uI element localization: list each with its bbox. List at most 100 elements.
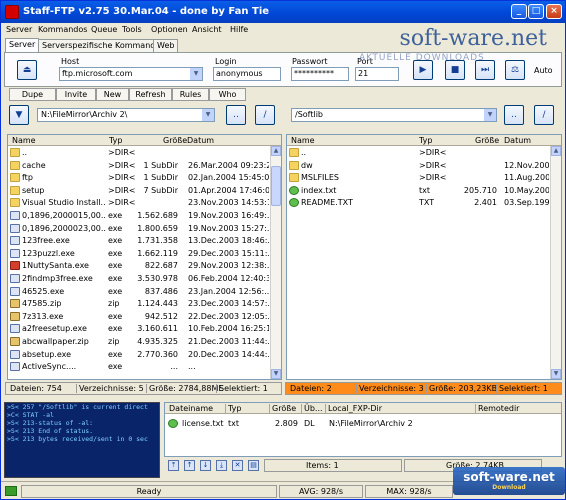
- file-typ: exe: [108, 349, 123, 359]
- local-col-name[interactable]: Name: [12, 136, 36, 145]
- local-file-list[interactable]: Name Typ Größe Datum ▲ ▼ .. >DIR< cache >DI…: [7, 134, 282, 380]
- file-row[interactable]: 0,1896,2000015,00... exe 1.562.689 19.Nov.2…: [8, 210, 281, 222]
- menu-tools[interactable]: Tools: [122, 25, 142, 34]
- file-row[interactable]: absetup.exe exe 2.770.360 20.Dec.2003 14:44…: [8, 349, 281, 361]
- local-drive-button[interactable]: ▼: [9, 105, 29, 125]
- queue-col-local[interactable]: Local_FXP-Dir: [325, 404, 382, 413]
- chevron-down-icon[interactable]: ▼: [484, 109, 496, 121]
- queue-col-remote[interactable]: Remotedir: [475, 404, 519, 413]
- queue-col-size[interactable]: Größe: [269, 404, 296, 413]
- remote-col-date[interactable]: Datum: [504, 136, 531, 145]
- folder-icon: [10, 185, 20, 195]
- file-row[interactable]: .. >DIR<: [287, 147, 561, 159]
- file-row[interactable]: README.TXT TXT 2.401 03.Sep.1999: [287, 197, 561, 209]
- server-log[interactable]: >S< 257 "/Softlib" is current direct >C<…: [4, 402, 160, 478]
- queue-up-icon[interactable]: ↑: [184, 460, 195, 471]
- command-toolbar: Dupe Invite New Refresh Rules Who: [1, 88, 565, 101]
- host-field[interactable]: ftp.microsoft.com ▼: [59, 67, 203, 81]
- queue-bottom-icon[interactable]: ⤓: [216, 460, 227, 471]
- port-field[interactable]: 21: [355, 67, 399, 81]
- remote-file-list[interactable]: Name Typ Größe Datum ▲ ▼ .. >DIR< dw >DIR< 1…: [286, 134, 562, 380]
- tab-server[interactable]: Server: [5, 38, 40, 52]
- menu-kommandos[interactable]: Kommandos: [38, 25, 87, 34]
- file-row[interactable]: dw >DIR< 12.Nov.2002: [287, 160, 561, 172]
- local-parent-dir-button[interactable]: ..: [226, 105, 246, 125]
- menu-server[interactable]: Server: [6, 25, 32, 34]
- compare-button[interactable]: ⚖: [505, 60, 525, 80]
- menu-queue[interactable]: Queue: [91, 25, 117, 34]
- queue-delete-icon[interactable]: ✕: [232, 460, 243, 471]
- remote-col-typ[interactable]: Typ: [419, 136, 432, 145]
- new-button[interactable]: New: [96, 88, 129, 101]
- dupe-button[interactable]: Dupe: [9, 88, 56, 101]
- queue-down-icon[interactable]: ↓: [200, 460, 211, 471]
- rules-button[interactable]: Rules: [172, 88, 209, 101]
- file-row[interactable]: ActiveSync.... exe......: [8, 361, 281, 373]
- queue-top-icon[interactable]: ⤒: [168, 460, 179, 471]
- file-row[interactable]: abcwallpaper.zip zip 4.935.325 21.Dec.2003 …: [8, 336, 281, 348]
- stop-button[interactable]: ■: [445, 60, 465, 80]
- file-row[interactable]: cache >DIR< 1 SubDir 26.Mar.2004 09:23:24: [8, 160, 281, 172]
- file-row[interactable]: 2findmp3free.exe exe 3.530.978 06.Feb.2004 …: [8, 273, 281, 285]
- file-typ: >DIR<: [419, 173, 447, 183]
- close-button[interactable]: ×: [546, 4, 562, 19]
- transfer-queue[interactable]: Dateiname Typ Größe Üb... Local_FXP-Dir …: [164, 402, 562, 457]
- file-typ: >DIR<: [108, 185, 136, 195]
- file-row[interactable]: ftp >DIR< 1 SubDir 02.Jan.2004 15:45:00: [8, 172, 281, 184]
- file-row[interactable]: 123puzzl.exe exe 1.662.119 29.Dec.2003 15:1…: [8, 248, 281, 260]
- file-row[interactable]: setup >DIR< 7 SubDir 01.Apr.2004 17:46:06: [8, 185, 281, 197]
- file-row[interactable]: index.txt txt 205.710 10.May.2000: [287, 185, 561, 197]
- remote-parent-dir-button[interactable]: ..: [504, 105, 524, 125]
- scroll-down-icon[interactable]: ▼: [551, 369, 561, 379]
- file-size: 2.401: [474, 198, 497, 208]
- tab-serverspezifische-kommandos[interactable]: Serverspezifische Kommandos: [38, 39, 169, 52]
- file-row[interactable]: 0,1896,2000023,00... exe 1.800.659 19.Nov.2…: [8, 223, 281, 235]
- title-bar: Staff-FTP v2.75 30.Mar.04 - done by Fan …: [1, 1, 565, 23]
- invite-button[interactable]: Invite: [56, 88, 96, 101]
- file-date: 10.May.2000: [504, 185, 549, 195]
- menu-ansicht[interactable]: Ansicht: [192, 25, 222, 34]
- remote-root-dir-button[interactable]: /: [534, 105, 554, 125]
- local-path-field[interactable]: N:\FileMirror\Archiv 2\ ▼: [37, 108, 215, 122]
- file-row[interactable]: 7z313.exe exe 942.512 22.Dec.2003 12:05:...: [8, 311, 281, 323]
- chevron-down-icon[interactable]: ▼: [190, 68, 202, 80]
- file-size: 837.486: [144, 286, 178, 296]
- file-row[interactable]: .. >DIR<: [8, 147, 281, 159]
- remote-col-name[interactable]: Name: [291, 136, 315, 145]
- queue-save-icon[interactable]: ▤: [248, 460, 259, 471]
- file-row[interactable]: a2freesetup.exe exe 3.160.611 10.Feb.2004 1…: [8, 323, 281, 335]
- file-row[interactable]: 47585.zip zip 1.124.443 23.Dec.2003 14:57:.…: [8, 298, 281, 310]
- chevron-down-icon[interactable]: ▼: [202, 109, 214, 121]
- queue-col-typ[interactable]: Typ: [225, 404, 241, 413]
- play-button[interactable]: ▶: [413, 60, 433, 80]
- file-row[interactable]: 1NuttySanta.exe exe 822.687 29.Nov.2003 12:…: [8, 260, 281, 272]
- minimize-button[interactable]: _: [511, 4, 527, 19]
- queue-col-ub[interactable]: Üb...: [301, 404, 323, 413]
- file-row[interactable]: 46525.exe exe 837.486 23.Jan.2004 12:56:...: [8, 286, 281, 298]
- skip-button[interactable]: ⏭: [475, 60, 495, 80]
- local-col-size[interactable]: Größe: [163, 136, 187, 145]
- local-col-date[interactable]: Datum: [187, 136, 214, 145]
- who-button[interactable]: Who: [209, 88, 246, 101]
- menu-optionen[interactable]: Optionen: [151, 25, 188, 34]
- file-row[interactable]: MSLFILES >DIR< 11.Aug.2003: [287, 172, 561, 184]
- file-typ: exe: [108, 274, 123, 283]
- file-date: 20.Dec.2003 14:44:...: [188, 349, 269, 359]
- refresh-button[interactable]: Refresh: [129, 88, 172, 101]
- queue-col-name[interactable]: Dateiname: [167, 404, 213, 413]
- remote-col-size[interactable]: Größe: [475, 136, 499, 145]
- file-row[interactable]: 123free.exe exe 1.731.358 13.Dec.2003 18:46…: [8, 235, 281, 247]
- maximize-button[interactable]: □: [528, 4, 544, 19]
- local-root-dir-button[interactable]: /: [255, 105, 275, 125]
- password-field[interactable]: **********: [291, 67, 349, 81]
- tab-web[interactable]: Web: [153, 39, 179, 52]
- connect-toggle-button[interactable]: ⏏: [17, 60, 37, 80]
- queue-row[interactable]: license.txt txt 2.809 DL N:\FileMirror\A…: [165, 418, 561, 430]
- file-typ: zip: [108, 299, 120, 309]
- menu-hilfe[interactable]: Hilfe: [230, 25, 248, 34]
- local-col-typ[interactable]: Typ: [109, 136, 122, 145]
- remote-path-field[interactable]: /Softlib ▼: [291, 108, 497, 122]
- file-row[interactable]: Visual Studio Install... >DIR< 23.Nov.2003…: [8, 197, 281, 209]
- file-date: 12.Nov.2002: [504, 160, 549, 170]
- login-field[interactable]: anonymous: [213, 67, 281, 81]
